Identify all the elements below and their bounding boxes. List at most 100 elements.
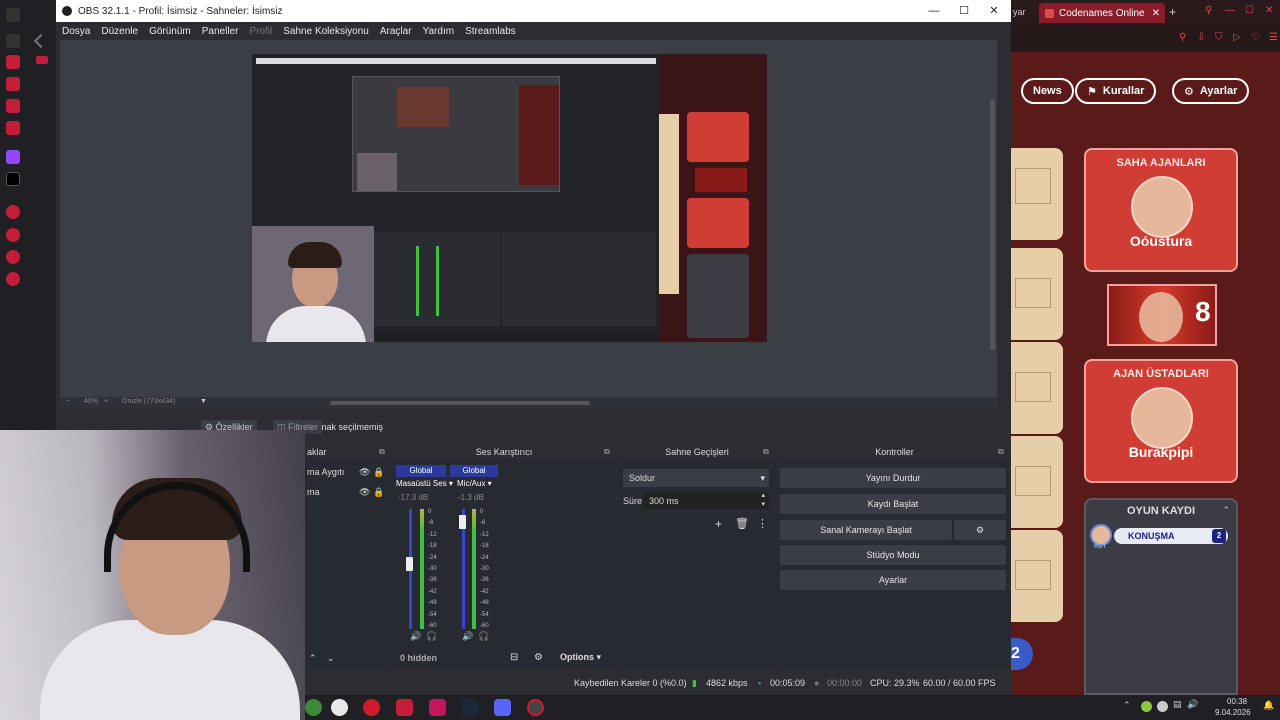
dock-menu-icon[interactable]: ⧉ [604,447,610,457]
notification-icon[interactable]: 🔔 [1263,700,1274,711]
menu-view[interactable]: Görünüm [149,26,191,37]
eye-icon[interactable]: 👁 [359,467,370,478]
news-button[interactable]: News [1021,78,1074,104]
maximize-button[interactable]: ☐ [949,0,979,22]
mixer-options-button[interactable]: Options ▾ [560,652,601,663]
twitch-icon[interactable] [6,150,20,164]
start-virtual-camera-button[interactable]: Sanal Kamerayı Başlat [780,520,952,540]
play-icon[interactable]: ▷ [1233,32,1241,43]
chevron-down-icon[interactable]: ▼ [200,398,207,405]
back-icon[interactable] [33,33,49,49]
clock-time[interactable]: 00:38 [1227,697,1247,706]
steam-icon[interactable] [461,699,478,716]
word-card[interactable] [1011,342,1063,434]
tab-partial[interactable]: yar [1013,7,1026,17]
more-icon[interactable]: ⋮ [757,517,768,530]
zoom-in-icon[interactable]: + [104,398,108,405]
dock-menu-icon[interactable]: ⧉ [998,447,1004,457]
source-item[interactable]: ma [307,487,320,497]
heart-icon[interactable]: ♡ [1251,32,1260,43]
duration-input[interactable]: 300 ms ▴ ▾ [643,491,769,509]
volume-fader-handle[interactable] [406,557,413,571]
download-icon[interactable]: ⇩ [1197,32,1205,43]
close-button[interactable]: ✕ [979,0,1009,22]
menu-streamlabs[interactable]: Streamlabs [465,26,516,37]
gear-icon[interactable] [6,272,20,286]
download-icon[interactable] [6,250,20,264]
layout-icon[interactable]: ⊟ [510,652,518,663]
clock-icon[interactable] [6,228,20,242]
transition-select[interactable]: Soldur ▾ [623,469,769,487]
menu-edit[interactable]: Düzenle [101,26,138,37]
studio-mode-button[interactable]: Stüdyo Modu [780,545,1006,565]
menu-file[interactable]: Dosya [62,26,90,37]
new-tab-icon[interactable]: + [1169,5,1176,19]
app-icon[interactable] [527,699,544,716]
add-icon[interactable]: + [715,517,722,531]
pin-icon[interactable]: ⚲ [1179,32,1186,43]
minimize-button[interactable]: — [1225,5,1235,16]
youtube-icon[interactable] [6,55,20,69]
menu-tools[interactable]: Araçlar [380,26,412,37]
headphones-icon[interactable]: 🎧 [478,631,489,642]
close-button[interactable]: ✕ [1265,5,1273,16]
app-icon[interactable] [396,699,413,716]
word-card[interactable] [1011,248,1063,340]
app-icon[interactable] [6,77,20,91]
history-icon[interactable] [6,205,20,219]
settings-icon[interactable]: ⚙ [534,652,543,663]
preview-scrollbar[interactable] [990,100,995,350]
chevron-up-icon[interactable]: ⌃ [1222,505,1230,516]
opera-icon[interactable] [363,699,380,716]
instagram-icon[interactable] [6,99,20,113]
source-item[interactable]: ma Aygıtı [307,467,344,477]
track-name[interactable]: Masaüstü Ses ▾ [396,479,453,488]
tray-icon[interactable] [1157,701,1168,712]
dock-menu-icon[interactable]: ⧉ [379,447,385,457]
shield-icon[interactable]: ⛉ [1215,32,1223,43]
volume-icon[interactable]: 🔊 [1187,699,1198,710]
youtube-icon[interactable] [36,56,48,64]
virtual-camera-settings-button[interactable]: ⚙ [954,520,1006,540]
back-icon[interactable] [6,34,20,48]
maximize-button[interactable]: ☐ [1245,5,1254,16]
word-card[interactable] [1011,530,1063,622]
menu-scene-collection[interactable]: Sahne Koleksiyonu [283,26,369,37]
chevron-up-icon[interactable]: ⌃ [309,653,317,664]
discord-icon[interactable] [494,699,511,716]
chevron-up-icon[interactable]: ⌃ [1123,700,1131,711]
menu-help[interactable]: Yardım [423,26,455,37]
network-icon[interactable]: ▤ [1173,699,1182,710]
dock-menu-icon[interactable]: ⧉ [763,447,769,457]
app-icon[interactable] [305,699,322,716]
stop-streaming-button[interactable]: Yayını Durdur [780,468,1006,488]
eye-icon[interactable]: 👁 [359,487,370,498]
start-recording-button[interactable]: Kaydı Başlat [780,494,1006,514]
window-icon[interactable] [6,8,20,22]
volume-fader-handle[interactable] [459,515,466,529]
speaker-icon[interactable]: 🔊 [410,631,421,642]
tray-icon[interactable] [1141,701,1152,712]
clock-date[interactable]: 9.04.2026 [1215,708,1251,717]
operative-name[interactable]: Oóustura [1086,233,1236,249]
headphones-icon[interactable]: 🎧 [426,631,437,642]
obs-taskbar-icon[interactable] [331,699,348,716]
spymaster-name[interactable]: Burakpipi [1086,444,1236,460]
lock-icon[interactable]: 🔒 [373,487,384,498]
spinner-icon[interactable]: ▴ ▾ [761,491,765,509]
trash-icon[interactable]: 🗑 [735,517,749,530]
lock-icon[interactable]: 🔒 [373,467,384,478]
app-icon[interactable] [429,699,446,716]
word-card[interactable] [1011,436,1063,528]
close-icon[interactable]: ✕ [1152,8,1160,19]
minimize-button[interactable]: — [919,0,949,22]
chevron-down-icon[interactable]: ⌄ [327,653,335,664]
track-name[interactable]: Mic/Aux ▾ [457,479,492,488]
rules-button[interactable]: ⚑ Kurallar [1075,78,1157,104]
search-icon[interactable]: ⚲ [1205,5,1212,16]
horizontal-scrollbar[interactable] [330,401,590,405]
settings-nav-button[interactable]: ⚙ Ayarlar [1172,78,1250,104]
word-card[interactable] [1011,148,1063,240]
speaker-icon[interactable]: 🔊 [462,631,473,642]
menu-profile[interactable]: Profil [249,26,272,37]
